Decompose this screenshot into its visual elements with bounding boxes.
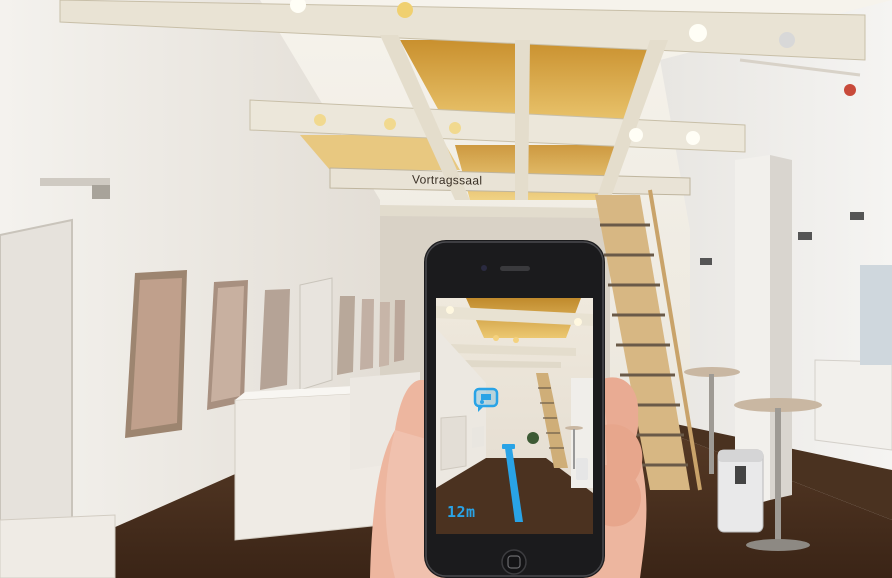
- distance-label: 12m: [447, 503, 476, 521]
- smartphone: [424, 240, 605, 578]
- phone-body: [424, 240, 605, 578]
- presentation-icon[interactable]: [473, 387, 501, 412]
- photo-scene: Vortragssaal 12m: [0, 0, 892, 578]
- room-sign-vortragssaal: Vortragssaal: [412, 172, 483, 188]
